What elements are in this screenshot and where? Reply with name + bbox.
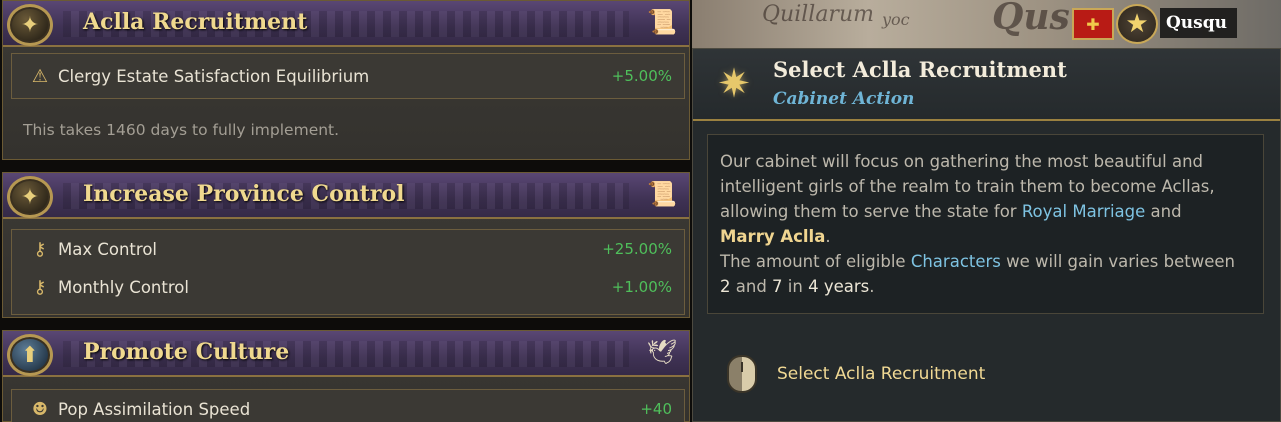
description-text: and (1145, 202, 1182, 221)
card-header: ⬆ Promote Culture 🕊 (3, 331, 689, 377)
implementation-note: This takes 1460 days to fully implement. (23, 121, 340, 139)
cabinet-card-aclla-recruitment[interactable]: ✦ Aclla Recruitment 📜 ⚠ Clergy Estate Sa… (2, 0, 690, 160)
modifier-value: +25.00% (602, 240, 672, 258)
modifier-list: ⚠ Clergy Estate Satisfaction Equilibrium… (11, 53, 685, 99)
characters-link[interactable]: Characters (911, 252, 1001, 271)
card-title: Promote Culture (83, 339, 290, 365)
description-text: we will gain varies between (1000, 252, 1235, 271)
capital-star-icon[interactable]: ★ (1116, 4, 1158, 44)
modifier-value: +1.00% (611, 278, 672, 296)
country-flag-icon[interactable]: ✚ (1072, 8, 1114, 40)
tooltip-subtitle: Cabinet Action (773, 89, 915, 109)
map-label: Quillarum (762, 2, 874, 27)
modifier-value: +5.00% (611, 67, 672, 85)
description-text: The amount of eligible (720, 252, 911, 271)
dove-icon: 🕊 (646, 338, 678, 366)
modifier-label: Clergy Estate Satisfaction Equilibrium (58, 66, 370, 86)
marry-aclla-link[interactable]: Marry Aclla (720, 227, 825, 246)
left-click-mouse-icon (727, 355, 757, 393)
cabinet-card-increase-province-control[interactable]: ✦ Increase Province Control 📜 ⚷ Max Cont… (2, 172, 690, 318)
card-header: ✦ Aclla Recruitment 📜 (3, 1, 689, 47)
scroll-icon: 📜 (647, 8, 677, 36)
tooltip-description: Our cabinet will focus on gathering the … (707, 134, 1264, 314)
star-medal-icon: ✦ (7, 176, 53, 218)
card-header: ✦ Increase Province Control 📜 (3, 173, 689, 219)
map-label: Qus (992, 0, 1070, 38)
compass-star-icon: ✷ (717, 61, 751, 107)
modifier-value: +40 (640, 400, 672, 418)
clergy-estate-icon: ⚠ (31, 65, 49, 87)
tooltip-title: Select Aclla Recruitment (773, 57, 1067, 82)
modifier-list: ☻ Pop Assimilation Speed +40 (11, 389, 685, 422)
modifier-row: ⚠ Clergy Estate Satisfaction Equilibrium… (12, 54, 684, 98)
modifier-row: ☻ Pop Assimilation Speed +40 (12, 390, 684, 422)
key-calendar-icon: ⚷ (33, 276, 47, 298)
modifier-label: Monthly Control (58, 277, 189, 297)
country-name-label[interactable]: Qusqu (1160, 8, 1237, 38)
royal-marriage-link[interactable]: Royal Marriage (1022, 202, 1145, 221)
tooltip-header: ✷ Select Aclla Recruitment Cabinet Actio… (693, 49, 1280, 121)
modifier-label: Pop Assimilation Speed (58, 399, 251, 419)
card-title: Aclla Recruitment (83, 9, 308, 35)
cabinet-actions-panel: ✦ Aclla Recruitment 📜 ⚠ Clergy Estate Sa… (0, 0, 692, 422)
map-label: yoc (882, 10, 910, 29)
key-up-icon: ⚷ (33, 238, 47, 260)
min-value: 2 (720, 277, 731, 296)
description-text: . (825, 227, 831, 246)
description-text: . (869, 277, 875, 296)
modifier-list: ⚷ Max Control +25.00% ⚷ Monthly Control … (11, 229, 685, 315)
description-text: and (730, 277, 773, 296)
action-tooltip: ✷ Select Aclla Recruitment Cabinet Actio… (692, 48, 1281, 422)
modifier-row: ⚷ Max Control +25.00% (12, 230, 684, 268)
scroll-icon: 📜 (647, 180, 677, 208)
tooltip-action-hint: Select Aclla Recruitment (727, 355, 985, 393)
cabinet-card-promote-culture[interactable]: ⬆ Promote Culture 🕊 ☻ Pop Assimilation S… (2, 330, 690, 422)
modifier-row: ⚷ Monthly Control +1.00% (12, 268, 684, 306)
max-value: 7 (772, 277, 783, 296)
pops-icon: ☻ (31, 398, 49, 420)
pop-culture-icon: ⬆ (7, 334, 53, 376)
star-medal-icon: ✦ (7, 4, 53, 46)
card-title: Increase Province Control (83, 181, 405, 207)
modifier-label: Max Control (58, 239, 157, 259)
action-label: Select Aclla Recruitment (777, 364, 986, 384)
duration-value: 4 years (808, 277, 870, 296)
description-text: in (782, 277, 809, 296)
